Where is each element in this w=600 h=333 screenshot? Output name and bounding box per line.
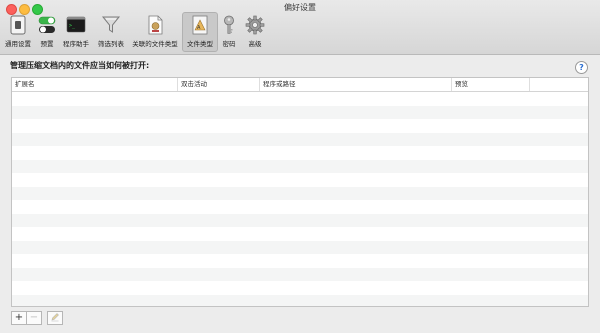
tab-filter-list[interactable]: 筛选列表: [94, 13, 128, 50]
empty-row: [12, 227, 588, 241]
svg-text:A: A: [197, 25, 201, 31]
document-icon: [145, 15, 165, 35]
tab-general[interactable]: 通用设置: [2, 13, 34, 50]
empty-row: [12, 173, 588, 187]
empty-row: [12, 119, 588, 133]
table-header: 扩展名 双击活动 程序或路径 预览: [12, 78, 588, 92]
table-rows: [12, 92, 588, 306]
empty-row: [12, 132, 588, 146]
add-button[interactable]: +: [11, 311, 27, 325]
tab-associated-file-types[interactable]: 关联的文件类型: [130, 13, 180, 50]
funnel-icon: [101, 15, 121, 35]
empty-row: [12, 213, 588, 227]
remove-button[interactable]: −: [26, 311, 42, 325]
tab-passwords[interactable]: 密码: [219, 13, 239, 50]
tab-file-types[interactable]: A 文件类型: [182, 12, 218, 52]
empty-row: [12, 281, 588, 295]
tab-filter-list-label: 筛选列表: [98, 40, 124, 48]
column-header-extension[interactable]: 扩展名: [12, 78, 178, 91]
tab-helper-apps[interactable]: >_ 程序助手: [60, 13, 92, 50]
column-header-double-click-action[interactable]: 双击活动: [178, 78, 260, 91]
tab-passwords-label: 密码: [222, 40, 236, 48]
help-button[interactable]: ?: [575, 61, 588, 74]
empty-row: [12, 254, 588, 268]
section-heading: 管理压缩文档内的文件应当如何被打开:: [10, 61, 150, 70]
terminal-icon: >_: [66, 15, 86, 35]
toggle-icon: [37, 15, 57, 35]
tab-general-label: 通用设置: [5, 40, 31, 48]
empty-row: [12, 92, 588, 106]
file-type-table[interactable]: 扩展名 双击活动 程序或路径 预览: [11, 77, 589, 307]
column-header-preview[interactable]: 预览: [452, 78, 530, 91]
general-icon: [8, 15, 28, 35]
empty-row: [12, 105, 588, 119]
table-actions: + −: [11, 311, 63, 325]
tab-presets-label: 预置: [40, 40, 54, 48]
file-type-icon: A: [190, 15, 210, 35]
key-icon: [219, 15, 239, 35]
gear-icon: [245, 15, 265, 35]
tab-associated-file-types-label: 关联的文件类型: [132, 40, 178, 48]
empty-row: [12, 186, 588, 200]
empty-row: [12, 294, 588, 306]
title-bar: 偏好设置 通用设置 预置 >_ 程序助手 筛选列表 关联的文件类型 A 文件类型…: [0, 0, 600, 55]
edit-button[interactable]: [47, 311, 63, 325]
tab-helper-apps-label: 程序助手: [63, 40, 89, 48]
empty-row: [12, 240, 588, 254]
preferences-window: 偏好设置 通用设置 预置 >_ 程序助手 筛选列表 关联的文件类型 A 文件类型…: [0, 0, 600, 333]
preferences-toolbar: 通用设置 预置 >_ 程序助手 筛选列表 关联的文件类型 A 文件类型 密码 高…: [0, 12, 600, 54]
tab-file-types-label: 文件类型: [187, 40, 213, 48]
tab-advanced-label: 高级: [248, 40, 262, 48]
empty-row: [12, 159, 588, 173]
tab-presets[interactable]: 预置: [36, 13, 58, 50]
tab-advanced[interactable]: 高级: [242, 13, 268, 50]
empty-row: [12, 267, 588, 281]
svg-text:>_: >_: [69, 23, 76, 29]
column-header-program-or-path[interactable]: 程序或路径: [260, 78, 452, 91]
empty-row: [12, 200, 588, 214]
empty-row: [12, 146, 588, 160]
pencil-icon: [51, 313, 59, 322]
